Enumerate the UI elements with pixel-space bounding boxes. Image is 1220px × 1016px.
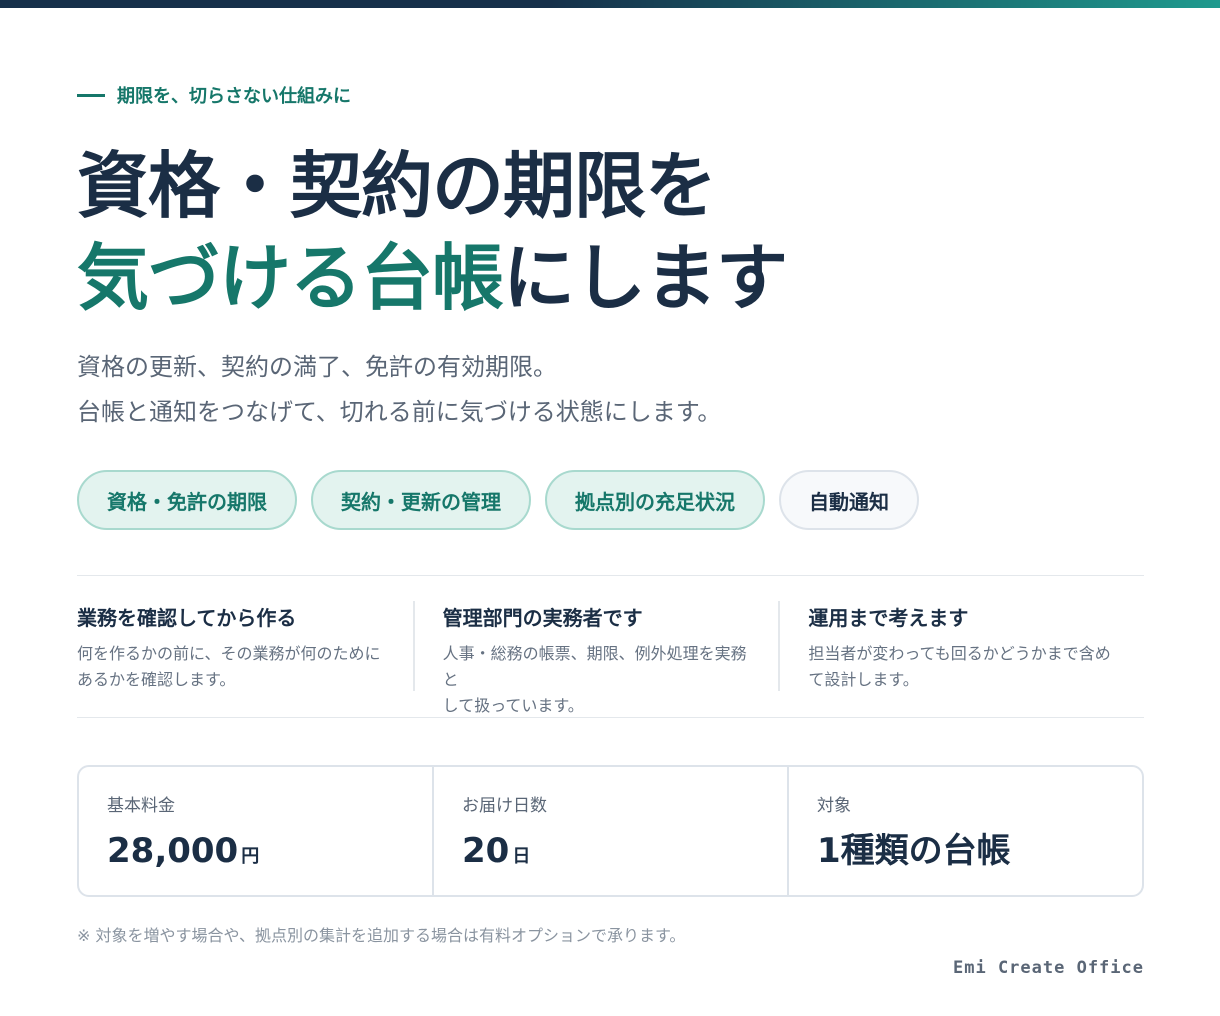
brand-name: Emi Create Office [953, 958, 1144, 978]
stat-delivery: お届け日数 20 日 [432, 767, 787, 895]
footnote: ※ 対象を増やす場合や、拠点別の集計を追加する場合は有料オプションで承ります。 [77, 926, 686, 945]
tag-contract: 契約・更新の管理 [311, 470, 531, 530]
tag-certification: 資格・免許の期限 [77, 470, 297, 530]
stat-price: 基本料金 28,000 円 [79, 767, 432, 895]
lead-line2: 台帳と通知をつなげて、切れる前に気づける状態にします。 [77, 398, 722, 426]
feature-item: 業務を確認してから作る 何を作るかの前に、その業務が何のために あるかを確認します… [77, 601, 413, 691]
feature-desc: 人事・総務の帳票、期限、例外処理を実務と して扱っています。 [442, 644, 747, 715]
stat-value: 28,000 円 [107, 831, 260, 871]
feature-desc: 担当者が変わっても回るかどうかまで含め て設計します。 [808, 644, 1111, 689]
eyebrow-line [77, 93, 105, 97]
eyebrow-text: 期限を、切らさない仕組みに [117, 86, 351, 107]
feature-title: 管理部門の実務者です [442, 606, 643, 630]
title-line1: 資格・契約の期限を [77, 144, 717, 228]
eyebrow: 期限を、切らさない仕組みに [77, 82, 351, 108]
divider-bottom [77, 717, 1144, 718]
stat-label: 対象 [817, 796, 851, 816]
feature-item: 管理部門の実務者です 人事・総務の帳票、期限、例外処理を実務と して扱っています。 [412, 601, 779, 715]
page-title: 資格・契約の期限を 気づける台帳にします [77, 140, 788, 324]
divider-top [77, 575, 1144, 576]
stat-label: お届け日数 [462, 796, 547, 816]
tag-branch: 拠点別の充足状況 [545, 470, 765, 530]
title-accent: 気づける台帳 [77, 236, 504, 320]
stat-value: 1種類の台帳 [817, 831, 1011, 871]
feature-list: 業務を確認してから作る 何を作るかの前に、その業務が何のために あるかを確認します… [77, 601, 1144, 715]
feature-item: 運用まで考えます 担当者が変わっても回るかどうかまで含め て設計します。 [778, 601, 1144, 691]
feature-title: 業務を確認してから作る [77, 606, 297, 630]
tag-list: 資格・免許の期限 契約・更新の管理 拠点別の充足状況 自動通知 [77, 470, 919, 530]
feature-title: 運用まで考えます [808, 606, 969, 630]
tag-notification: 自動通知 [779, 470, 919, 530]
stats-panel: 基本料金 28,000 円 お届け日数 20 日 対象 1種類の台帳 [77, 765, 1144, 897]
lead-text: 資格の更新、契約の満了、免許の有効期限。 台帳と通知をつなげて、切れる前に気づけ… [77, 345, 721, 435]
stat-target: 対象 1種類の台帳 [787, 767, 1142, 895]
stat-label: 基本料金 [107, 796, 175, 816]
lead-line1: 資格の更新、契約の満了、免許の有効期限。 [77, 353, 557, 381]
title-line2-rest: にします [503, 236, 788, 320]
top-accent-bar [0, 0, 1220, 8]
feature-desc: 何を作るかの前に、その業務が何のために あるかを確認します。 [77, 644, 381, 689]
stat-value: 20 日 [462, 831, 531, 871]
